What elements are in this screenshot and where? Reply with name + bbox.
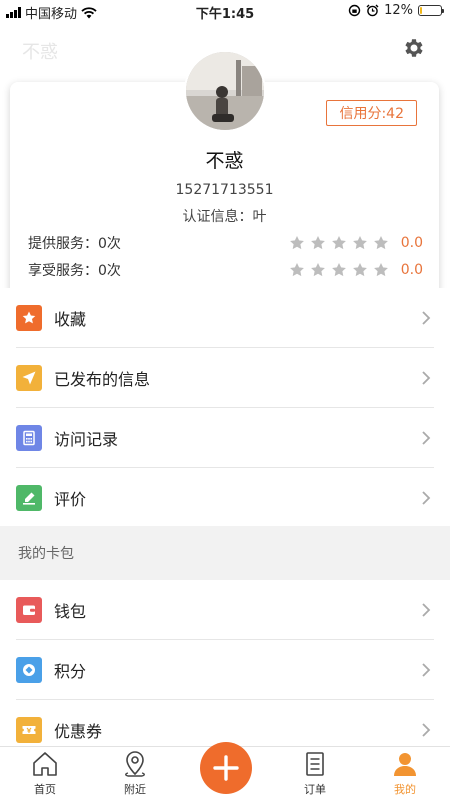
star-empty-icon	[353, 263, 367, 277]
location-icon	[125, 751, 145, 777]
menu-item-favorites[interactable]: 收藏	[0, 288, 450, 348]
star-icon	[22, 311, 36, 324]
tab-label: 附近	[124, 783, 146, 796]
battery-icon	[418, 5, 444, 16]
profile-header: 不惑 信用分:42 不惑 15271713551 认证信息：叶 提供服务：0次 …	[0, 22, 450, 300]
profile-name: 不惑	[205, 150, 244, 172]
star-empty-icon	[311, 263, 325, 277]
profile-card: 信用分:42 不惑 15271713551 认证信息：叶 提供服务：0次 0.0…	[10, 50, 439, 299]
menu-item-label: 评价	[54, 490, 87, 509]
menu-item-visit-history[interactable]: 访问记录	[0, 408, 450, 468]
rotation-lock-icon	[348, 4, 361, 17]
receive-rating-stars	[289, 262, 389, 278]
menu-item-wallet[interactable]: 钱包	[0, 580, 450, 640]
avatar[interactable]	[184, 50, 266, 132]
chevron-right-icon	[422, 371, 431, 385]
chevron-right-icon	[422, 311, 431, 325]
tab-orders[interactable]: 订单	[270, 747, 360, 800]
tab-label: 首页	[34, 783, 56, 796]
menu-icon-box	[16, 717, 42, 743]
receive-rating-score: 0.0	[400, 262, 423, 278]
profile-phone: 15271713551	[175, 182, 274, 198]
menu-icon-box	[16, 485, 42, 511]
status-right: 12%	[348, 3, 444, 18]
star-empty-icon	[290, 263, 304, 277]
calculator-icon	[23, 430, 35, 446]
gear-icon[interactable]	[402, 36, 426, 60]
star-empty-icon	[374, 263, 388, 277]
wallet-list: 钱包 积分 优惠券	[0, 580, 450, 760]
chevron-right-icon	[422, 603, 431, 617]
menu-icon-box	[16, 425, 42, 451]
star-empty-icon	[311, 236, 325, 250]
credit-score-badge: 信用分:42	[326, 100, 417, 126]
order-icon	[306, 752, 324, 776]
menu-list: 收藏 已发布的信息 访问记录 评价	[0, 288, 450, 528]
provide-service-label: 提供服务：0次	[28, 236, 121, 252]
user-icon	[394, 753, 416, 776]
star-empty-icon	[290, 236, 304, 250]
send-icon	[22, 371, 36, 385]
chevron-right-icon	[422, 491, 431, 505]
star-empty-icon	[332, 263, 346, 277]
menu-icon-box	[16, 365, 42, 391]
menu-item-label: 积分	[54, 662, 87, 681]
tab-home[interactable]: 首页	[0, 747, 90, 800]
menu-item-reviews[interactable]: 评价	[0, 468, 450, 528]
avatar-photo	[186, 52, 264, 130]
menu-item-label: 已发布的信息	[54, 370, 151, 389]
points-icon	[23, 664, 35, 676]
star-empty-icon	[353, 236, 367, 250]
tab-label: 我的	[394, 783, 416, 796]
provide-service-row: 提供服务：0次 0.0	[28, 232, 423, 254]
menu-item-label: 收藏	[54, 310, 87, 329]
tab-mine[interactable]: 我的	[360, 747, 450, 800]
profile-certification: 认证信息：叶	[182, 209, 267, 225]
menu-icon-box	[16, 305, 42, 331]
receive-service-label: 享受服务：0次	[28, 263, 121, 279]
chevron-right-icon	[422, 663, 431, 677]
receive-service-row: 享受服务：0次 0.0	[28, 259, 423, 281]
provide-rating-stars	[289, 235, 389, 251]
coupon-icon	[22, 726, 36, 734]
star-empty-icon	[374, 236, 388, 250]
menu-item-label: 钱包	[54, 602, 87, 621]
alarm-icon	[366, 4, 379, 17]
chevron-right-icon	[422, 431, 431, 445]
menu-item-points[interactable]: 积分	[0, 640, 450, 700]
tab-nearby[interactable]: 附近	[90, 747, 180, 800]
menu-icon-box	[16, 657, 42, 683]
section-title-card-wallet: 我的卡包	[0, 526, 450, 580]
battery-percent: 12%	[384, 3, 413, 18]
menu-item-published[interactable]: 已发布的信息	[0, 348, 450, 408]
menu-item-label: 优惠券	[54, 722, 103, 741]
provide-rating-score: 0.0	[400, 235, 423, 251]
chevron-right-icon	[422, 723, 431, 737]
star-empty-icon	[332, 236, 346, 250]
status-bar: 中国移动 下午1:45 12%	[0, 0, 450, 22]
tab-label: 订单	[304, 783, 326, 796]
menu-icon-box	[16, 597, 42, 623]
wallet-icon	[23, 605, 35, 615]
edit-icon	[23, 492, 35, 505]
header-nickname: 不惑	[22, 42, 58, 63]
plus-icon	[213, 755, 239, 781]
publish-button[interactable]	[200, 742, 252, 794]
menu-item-label: 访问记录	[54, 430, 119, 449]
home-icon	[33, 752, 57, 776]
